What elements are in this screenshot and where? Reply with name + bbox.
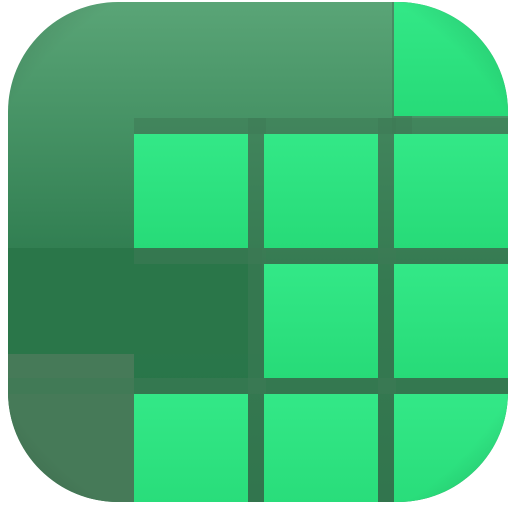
edge-vignette (8, 2, 508, 502)
grid-app-icon[interactable] (0, 0, 512, 512)
icon-body (8, 2, 508, 502)
app-icon-canvas (0, 0, 512, 512)
